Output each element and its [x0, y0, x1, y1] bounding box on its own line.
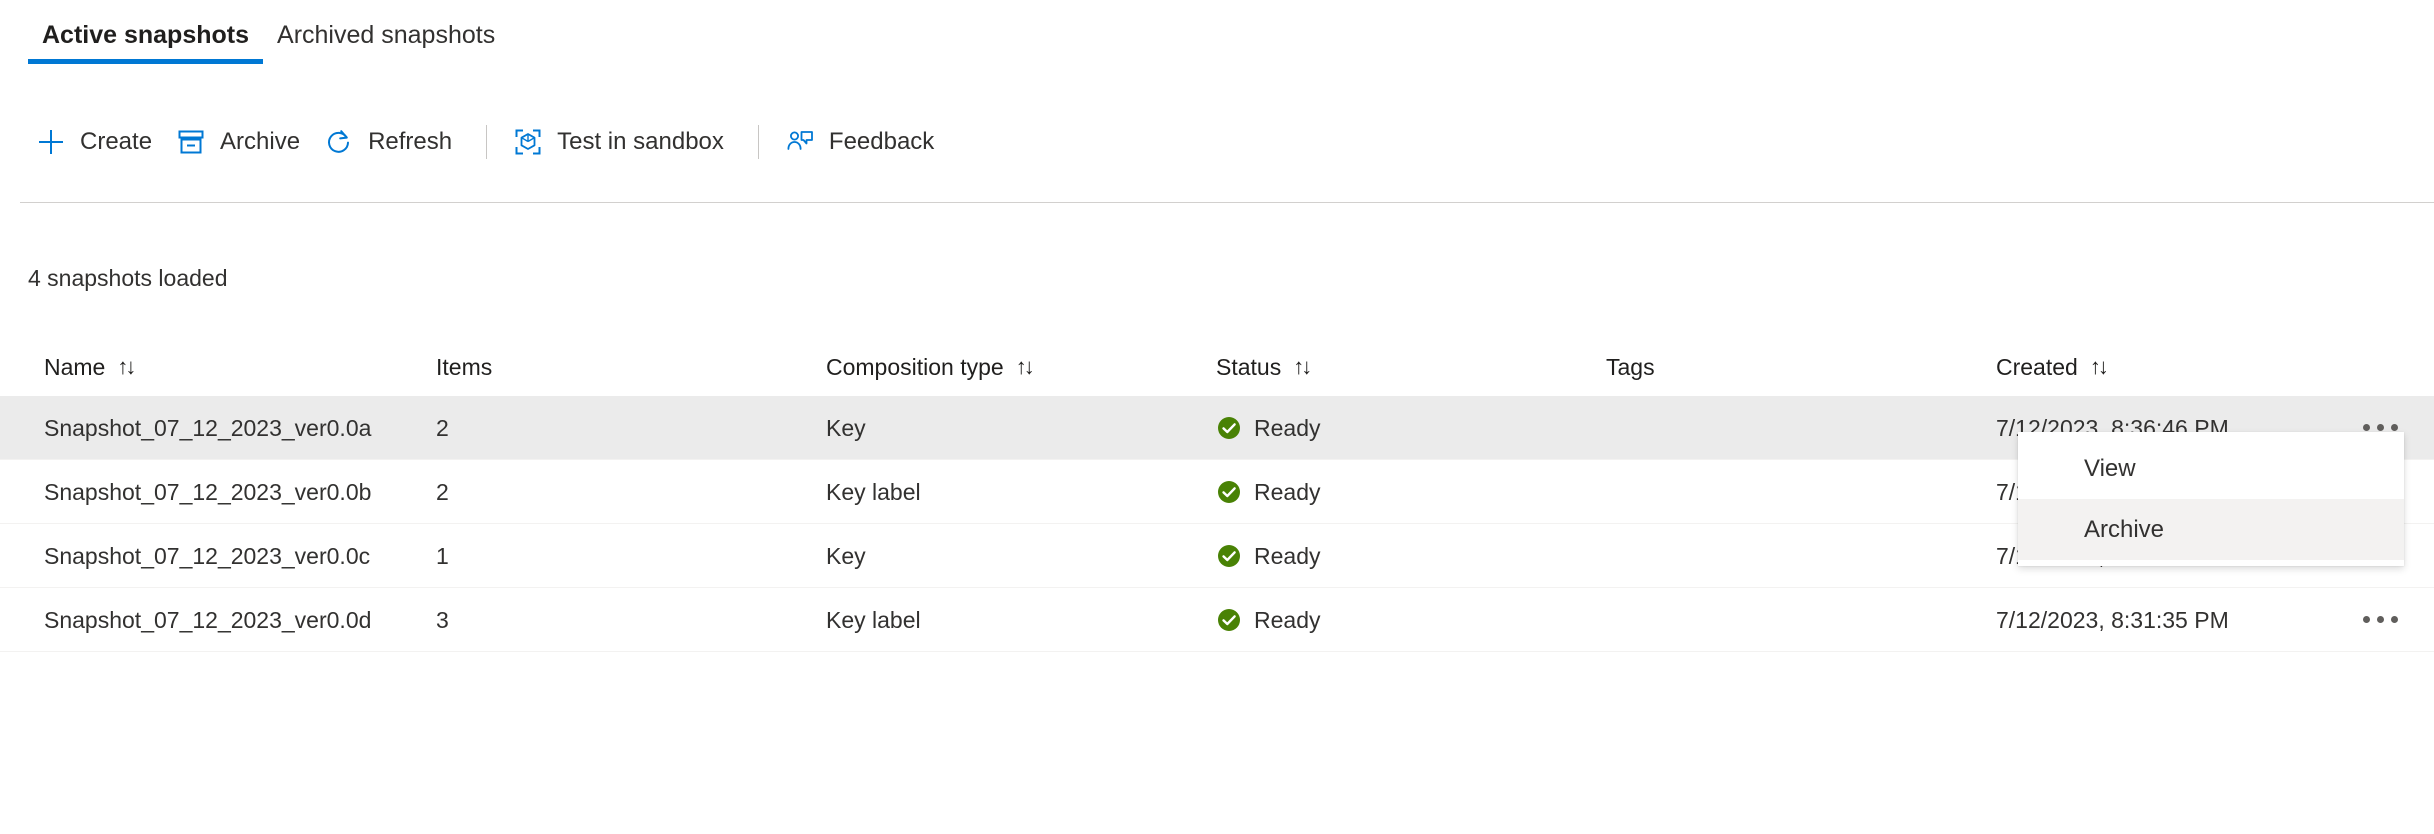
snapshot-composition-type: Key label — [826, 607, 921, 633]
snapshot-items: 1 — [436, 543, 449, 569]
tab-archived-snapshots[interactable]: Archived snapshots — [263, 20, 509, 64]
row-more-actions-button[interactable] — [2356, 600, 2404, 640]
archive-button[interactable]: Archive — [168, 121, 316, 163]
feedback-button-label: Feedback — [829, 128, 934, 156]
snapshot-items: 3 — [436, 607, 449, 633]
status-ready-check-icon — [1216, 607, 1242, 633]
column-header-items[interactable]: Items — [436, 354, 826, 381]
status-badge: Ready — [1216, 414, 1606, 442]
column-header-name-label: Name — [44, 354, 105, 381]
snapshot-name[interactable]: Snapshot_07_12_2023_ver0.0b — [44, 479, 371, 505]
status-ready-check-icon — [1216, 415, 1242, 441]
snapshot-status: Ready — [1254, 478, 1320, 506]
snapshot-name[interactable]: Snapshot_07_12_2023_ver0.0a — [44, 415, 371, 441]
refresh-button-label: Refresh — [368, 128, 452, 156]
tab-active-snapshots-label: Active snapshots — [42, 21, 249, 49]
create-button-label: Create — [80, 128, 152, 156]
snapshots-loaded-status: 4 snapshots loaded — [28, 264, 228, 292]
status-badge: Ready — [1216, 606, 1606, 634]
column-header-name[interactable]: Name ↑↓ — [44, 354, 436, 381]
snapshot-created: 7/12/2023, 8:31:35 PM — [1996, 607, 2229, 633]
test-in-sandbox-button[interactable]: Test in sandbox — [505, 121, 740, 163]
archive-box-icon — [176, 127, 206, 157]
column-header-tags[interactable]: Tags — [1606, 354, 1996, 381]
snapshot-status: Ready — [1254, 414, 1320, 442]
create-button[interactable]: Create — [28, 121, 168, 163]
row-context-menu: View Archive — [2018, 432, 2404, 566]
snapshot-items: 2 — [436, 479, 449, 505]
snapshot-composition-type: Key label — [826, 479, 921, 505]
sort-icon: ↑↓ — [1293, 356, 1309, 378]
snapshot-status: Ready — [1254, 606, 1320, 634]
sort-icon: ↑↓ — [1016, 356, 1032, 378]
plus-icon — [36, 127, 66, 157]
context-menu-item-view[interactable]: View — [2018, 438, 2404, 499]
sort-icon: ↑↓ — [2090, 356, 2106, 378]
context-menu-item-archive[interactable]: Archive — [2018, 499, 2404, 560]
status-badge: Ready — [1216, 478, 1606, 506]
toolbar-divider-1 — [486, 125, 487, 159]
column-header-status[interactable]: Status ↑↓ — [1216, 354, 1606, 381]
feedback-button[interactable]: Feedback — [777, 121, 950, 163]
column-header-created[interactable]: Created ↑↓ — [1996, 354, 2344, 381]
tab-archived-snapshots-label: Archived snapshots — [277, 21, 495, 49]
context-menu-item-archive-label: Archive — [2084, 516, 2164, 544]
tab-active-snapshots[interactable]: Active snapshots — [28, 20, 263, 64]
tab-list: Active snapshots Archived snapshots — [28, 20, 509, 64]
context-menu-item-view-label: View — [2084, 455, 2136, 483]
snapshot-composition-type: Key — [826, 543, 866, 569]
table-header-row: Name ↑↓ Items Composition type ↑↓ Status… — [0, 338, 2434, 396]
column-header-status-label: Status — [1216, 354, 1281, 381]
snapshot-name[interactable]: Snapshot_07_12_2023_ver0.0c — [44, 543, 370, 569]
column-header-tags-label: Tags — [1606, 354, 1655, 381]
sandbox-cube-icon — [513, 127, 543, 157]
snapshot-name[interactable]: Snapshot_07_12_2023_ver0.0d — [44, 607, 371, 633]
column-header-composition-type-label: Composition type — [826, 354, 1004, 381]
archive-button-label: Archive — [220, 128, 300, 156]
snapshot-status: Ready — [1254, 542, 1320, 570]
column-header-composition-type[interactable]: Composition type ↑↓ — [826, 354, 1216, 381]
toolbar-bottom-divider — [20, 202, 2434, 203]
snapshots-page: Active snapshots Archived snapshots Crea… — [0, 0, 2434, 834]
status-ready-check-icon — [1216, 479, 1242, 505]
table-row[interactable]: Snapshot_07_12_2023_ver0.0d 3 Key label … — [0, 588, 2434, 652]
status-badge: Ready — [1216, 542, 1606, 570]
sort-icon: ↑↓ — [117, 356, 133, 378]
snapshot-items: 2 — [436, 415, 449, 441]
status-ready-check-icon — [1216, 543, 1242, 569]
refresh-button[interactable]: Refresh — [316, 121, 468, 163]
column-header-items-label: Items — [436, 354, 492, 381]
toolbar-divider-2 — [758, 125, 759, 159]
column-header-created-label: Created — [1996, 354, 2078, 381]
snapshot-composition-type: Key — [826, 415, 866, 441]
test-in-sandbox-button-label: Test in sandbox — [557, 128, 724, 156]
command-bar: Create Archive Refresh — [28, 116, 950, 168]
feedback-person-icon — [785, 127, 815, 157]
refresh-icon — [324, 127, 354, 157]
